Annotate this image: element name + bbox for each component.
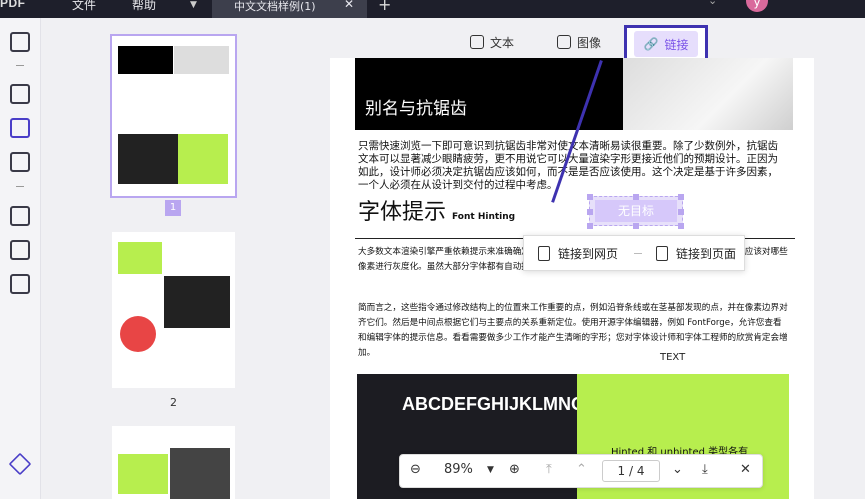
zoom-value[interactable]: 89% <box>444 462 473 477</box>
page-thumbnail-1[interactable] <box>110 34 237 198</box>
zoom-dropdown-icon[interactable]: ▼ <box>487 465 494 475</box>
page-number-label: 2 <box>170 396 177 409</box>
web-link-icon <box>538 246 550 261</box>
left-tool-sidebar <box>0 18 41 499</box>
resize-handle[interactable] <box>678 194 684 200</box>
link-icon: 🔗 <box>643 37 659 51</box>
close-tab-icon[interactable]: ✕ <box>344 0 354 11</box>
resize-handle[interactable] <box>678 209 684 215</box>
app-logo: PDF <box>0 0 26 10</box>
page-number-badge: 1 <box>165 200 181 216</box>
comment-icon[interactable] <box>10 84 30 104</box>
body-paragraph[interactable]: 只需快速浏览一下即可意识到抗锯齿非常对使文本清晰易读很重要。除了少数例外，抗锯齿… <box>358 140 788 192</box>
menu-help[interactable]: 帮助 <box>132 0 156 13</box>
hero-image <box>623 58 793 130</box>
resize-handle[interactable] <box>587 194 593 200</box>
last-page-icon[interactable]: ⤓ <box>702 462 708 477</box>
hero-title: 别名与抗锯齿 <box>365 99 467 119</box>
zoom-out-icon[interactable]: ⊖ <box>410 462 421 477</box>
text-icon <box>470 35 484 49</box>
reader-icon[interactable] <box>10 32 30 52</box>
tab-list-icon[interactable]: ▼ <box>190 0 202 10</box>
menu-file[interactable]: 文件 <box>72 0 96 13</box>
pages-icon[interactable] <box>10 206 30 226</box>
form-icon[interactable] <box>10 152 30 172</box>
minimize-icon[interactable]: — <box>802 0 816 7</box>
document-page: 别名与抗锯齿 只需快速浏览一下即可意识到抗锯齿非常对使文本清晰易读很重要。除了少… <box>330 58 814 499</box>
divider <box>16 65 24 66</box>
resize-handle[interactable] <box>587 209 593 215</box>
link-tool-button[interactable]: 🔗 链接 <box>624 25 708 61</box>
link-to-page-option[interactable]: 链接到页面 <box>656 245 736 262</box>
divider <box>16 186 24 187</box>
first-page-icon[interactable]: ⤒ <box>546 462 552 477</box>
page-thumbnail-3[interactable] <box>112 426 235 499</box>
zoom-bar: ⊖ 89% ▼ ⊕ ⤒ ⌃ 1 / 4 ⌄ ⤓ ✕ <box>399 454 763 488</box>
hero-banner: 别名与抗锯齿 <box>355 58 793 130</box>
new-tab-icon[interactable]: + <box>378 0 391 14</box>
edit-icon[interactable] <box>10 118 30 138</box>
title-bar: PDF 文件 帮助 ▼ 中文文档样例(1) ✕ + ⌄ y — <box>0 0 865 18</box>
convert-icon[interactable] <box>10 274 30 294</box>
link-type-popup: 链接到网页 链接到页面 <box>523 235 745 271</box>
prev-page-icon[interactable]: ⌃ <box>576 462 587 477</box>
chevron-down-icon[interactable]: ⌄ <box>708 0 717 7</box>
image-tool-button[interactable]: 图像 <box>557 26 601 58</box>
page-input[interactable]: 1 / 4 <box>602 460 660 482</box>
link-target-box[interactable]: 无目标 <box>587 194 684 229</box>
resize-handle[interactable] <box>633 223 639 229</box>
document-tab[interactable]: 中文文档样例(1) ✕ <box>212 0 367 18</box>
avatar[interactable]: y <box>746 0 768 12</box>
divider <box>634 253 642 254</box>
image-icon <box>557 35 571 49</box>
resize-handle[interactable] <box>633 194 639 200</box>
next-page-icon[interactable]: ⌄ <box>672 462 683 477</box>
close-icon[interactable]: ✕ <box>740 462 751 477</box>
crop-icon[interactable] <box>10 240 30 260</box>
page-link-icon <box>656 246 668 261</box>
resize-handle[interactable] <box>587 223 593 229</box>
small-paragraph-2[interactable]: 简而言之，这些指令通过修改结构上的位置来工作重要的点，例如沿脊条线或在茎基部发现… <box>358 301 790 361</box>
page-thumbnail-2[interactable] <box>112 232 235 388</box>
text-label: TEXT <box>660 352 686 363</box>
tab-title: 中文文档样例(1) <box>234 0 316 13</box>
resize-handle[interactable] <box>678 223 684 229</box>
zoom-in-icon[interactable]: ⊕ <box>509 462 520 477</box>
text-tool-button[interactable]: 文本 <box>470 26 514 58</box>
link-target-label: 无目标 <box>595 200 677 222</box>
section-heading[interactable]: 字体提示 Font Hinting <box>358 194 515 226</box>
link-to-web-option[interactable]: 链接到网页 <box>538 245 618 262</box>
layers-icon[interactable] <box>8 452 32 476</box>
